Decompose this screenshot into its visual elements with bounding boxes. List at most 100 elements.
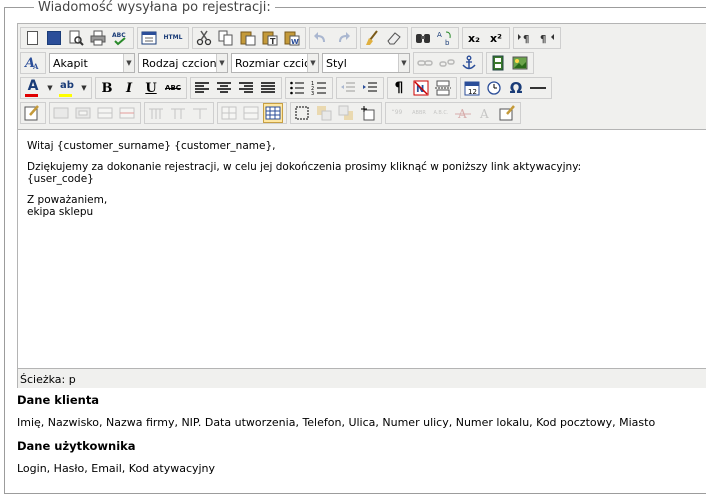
svg-text:¶: ¶ (523, 34, 529, 45)
text-color-dropdown-icon[interactable]: ▼ (46, 78, 54, 98)
abbr-icon[interactable]: ABBR (409, 103, 429, 123)
size-select[interactable]: Rozmiar czcionki ▼ (231, 53, 319, 73)
bold-button[interactable]: B (97, 78, 117, 98)
paste-text-icon[interactable]: T (260, 28, 280, 48)
find-icon[interactable] (413, 28, 433, 48)
strikethrough-button[interactable]: ABC (163, 78, 183, 98)
source-icon[interactable] (139, 28, 159, 48)
element-path[interactable]: Ścieżka: p (20, 373, 76, 386)
toolbar-group-misc: ¶ N (387, 77, 457, 99)
redo-icon[interactable] (333, 28, 353, 48)
insert-layer-icon[interactable] (51, 103, 71, 123)
italic-label: I (125, 80, 133, 96)
toolbar-group-cleanup (360, 27, 408, 49)
strikethrough-label: ABC (165, 83, 181, 92)
cleanup-icon[interactable] (362, 28, 382, 48)
indent-icon[interactable] (360, 78, 380, 98)
client-section-title: Dane klienta (17, 393, 100, 407)
ltr-icon[interactable]: ¶ (515, 28, 535, 48)
cut-icon[interactable] (194, 28, 214, 48)
svg-text:12: 12 (468, 88, 477, 96)
del-icon[interactable]: A (453, 103, 473, 123)
underline-label: U (145, 80, 157, 96)
media-icon[interactable] (488, 53, 508, 73)
merge-cells-icon[interactable] (241, 103, 261, 123)
move-backward-icon[interactable] (336, 103, 356, 123)
edit-properties-icon[interactable] (22, 103, 42, 123)
rtl-icon[interactable]: ¶ (537, 28, 557, 48)
cite-icon[interactable]: “99 (387, 103, 407, 123)
paste-word-icon[interactable]: W (282, 28, 302, 48)
print-preview-icon[interactable] (66, 28, 86, 48)
split-cells-icon[interactable] (219, 103, 239, 123)
format-select[interactable]: Akapit ▼ (49, 53, 135, 73)
bullet-list-icon[interactable] (287, 78, 307, 98)
special-char-button[interactable]: Ω (506, 78, 526, 98)
style-select[interactable]: Styl ▼ (322, 53, 410, 73)
chevron-down-icon: ▼ (216, 54, 227, 72)
subscript-button[interactable]: x₂ (464, 28, 484, 48)
new-document-icon[interactable] (22, 28, 42, 48)
highlight-color-bar (59, 94, 72, 97)
highlight-color-button[interactable]: ab (56, 78, 78, 98)
editor-content[interactable]: Witaj {customer_surname} {customer_name}… (18, 129, 706, 368)
insert-table-icon[interactable] (263, 103, 283, 123)
align-justify-icon[interactable] (258, 78, 278, 98)
toolbar-group-colors: A ▼ ab ▼ (20, 77, 92, 99)
toolbar-group-media (486, 52, 534, 74)
show-blocks-button[interactable]: ¶ (389, 78, 409, 98)
toolbar-group-source: HTML (137, 27, 189, 49)
insert-col-icon[interactable] (168, 103, 188, 123)
toolbar-group-links (413, 52, 483, 74)
highlight-dropdown-icon[interactable]: ▼ (80, 78, 88, 98)
layer-props-icon[interactable] (73, 103, 93, 123)
delete-row-icon[interactable] (146, 103, 166, 123)
ins-icon[interactable]: A (475, 103, 495, 123)
font-select[interactable]: Rodzaj czcionki ▼ (138, 53, 228, 73)
absolute-position-icon[interactable] (358, 103, 378, 123)
superscript-button[interactable]: x² (486, 28, 506, 48)
spellcheck-icon[interactable]: ABC (110, 28, 130, 48)
unlink-icon[interactable] (437, 53, 457, 73)
fieldset-legend: Wiadomość wysyłana po rejestracji: (34, 0, 275, 15)
link-icon[interactable] (415, 53, 435, 73)
page-break-icon[interactable] (433, 78, 453, 98)
image-icon[interactable] (510, 53, 530, 73)
insert-row-before-icon[interactable] (95, 103, 115, 123)
remove-format-icon[interactable]: N (411, 78, 431, 98)
align-left-icon[interactable] (192, 78, 212, 98)
anchor-icon[interactable] (459, 53, 479, 73)
italic-button[interactable]: I (119, 78, 139, 98)
styles-icon[interactable]: AA (22, 53, 42, 73)
toolbar-group-text-style: B I U ABC (95, 77, 187, 99)
delete-col-icon[interactable] (190, 103, 210, 123)
attributes-icon[interactable] (497, 103, 517, 123)
save-icon[interactable] (44, 28, 64, 48)
client-fields: Imię, Nazwisko, Nazwa firmy, NIP. Data u… (17, 416, 655, 429)
visual-aid-icon[interactable] (292, 103, 312, 123)
replace-icon[interactable]: Ab (435, 28, 455, 48)
html-icon[interactable]: HTML (161, 28, 185, 48)
text-color-button[interactable]: A (22, 78, 44, 98)
eraser-icon[interactable] (384, 28, 404, 48)
html-label: HTML (163, 34, 183, 41)
align-right-icon[interactable] (236, 78, 256, 98)
user-fields-text: Login, Hasło, Email, Kod atywacyjny (17, 462, 216, 475)
align-center-icon[interactable] (214, 78, 234, 98)
time-icon[interactable] (484, 78, 504, 98)
insert-row-after-icon[interactable] (117, 103, 137, 123)
print-icon[interactable] (88, 28, 108, 48)
horizontal-rule-icon[interactable] (528, 78, 548, 98)
undo-icon[interactable] (311, 28, 331, 48)
numbered-list-icon[interactable]: 123 (309, 78, 329, 98)
outdent-icon[interactable] (338, 78, 358, 98)
text-color-bar (25, 94, 38, 97)
move-forward-icon[interactable] (314, 103, 334, 123)
date-icon[interactable]: 12 (462, 78, 482, 98)
acronym-icon[interactable]: A.B.C. (431, 103, 451, 123)
paste-icon[interactable] (238, 28, 258, 48)
underline-button[interactable]: U (141, 78, 161, 98)
copy-icon[interactable] (216, 28, 236, 48)
toolbar-group-history (309, 27, 357, 49)
paragraph-label: ¶ (394, 80, 404, 96)
